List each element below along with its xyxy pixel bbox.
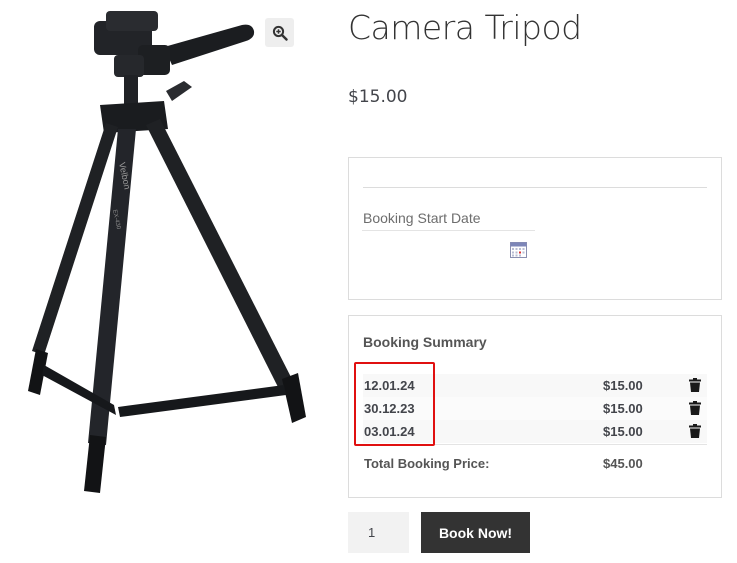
total-label: Total Booking Price: [364, 456, 490, 471]
summary-row-date: 12.01.24 [364, 378, 415, 393]
booking-summary: Booking Summary 12.01.24 $15.00 30.12.23… [348, 315, 722, 498]
booking-form: Booking Start Date [348, 157, 722, 300]
tripod-illustration: Velbon EX-430 [28, 11, 306, 493]
quantity-input[interactable] [348, 512, 409, 553]
summary-row: 30.12.23 $15.00 [363, 397, 707, 420]
summary-row: 12.01.24 $15.00 [363, 374, 707, 397]
summary-row-date: 03.01.24 [364, 424, 415, 439]
divider [363, 444, 707, 445]
product-title: Camera Tripod [348, 8, 582, 47]
total-amount: $45.00 [603, 456, 643, 471]
zoom-button[interactable] [265, 18, 294, 47]
trash-icon[interactable] [689, 401, 701, 415]
summary-row-amount: $15.00 [603, 378, 643, 393]
product-price: $15.00 [348, 87, 408, 107]
divider [363, 187, 707, 188]
summary-row-amount: $15.00 [603, 401, 643, 416]
product-image[interactable]: Velbon EX-430 [14, 5, 306, 497]
summary-row: 03.01.24 $15.00 [363, 420, 707, 443]
trash-icon[interactable] [689, 378, 701, 392]
book-now-button[interactable]: Book Now! [421, 512, 530, 553]
booking-summary-title: Booking Summary [363, 334, 487, 350]
summary-row-amount: $15.00 [603, 424, 643, 439]
calendar-icon[interactable] [510, 241, 527, 258]
trash-icon[interactable] [689, 424, 701, 438]
booking-start-date-label: Booking Start Date [363, 210, 481, 226]
summary-row-date: 30.12.23 [364, 401, 415, 416]
zoom-in-icon [272, 25, 288, 41]
booking-start-date-field[interactable] [362, 230, 535, 231]
